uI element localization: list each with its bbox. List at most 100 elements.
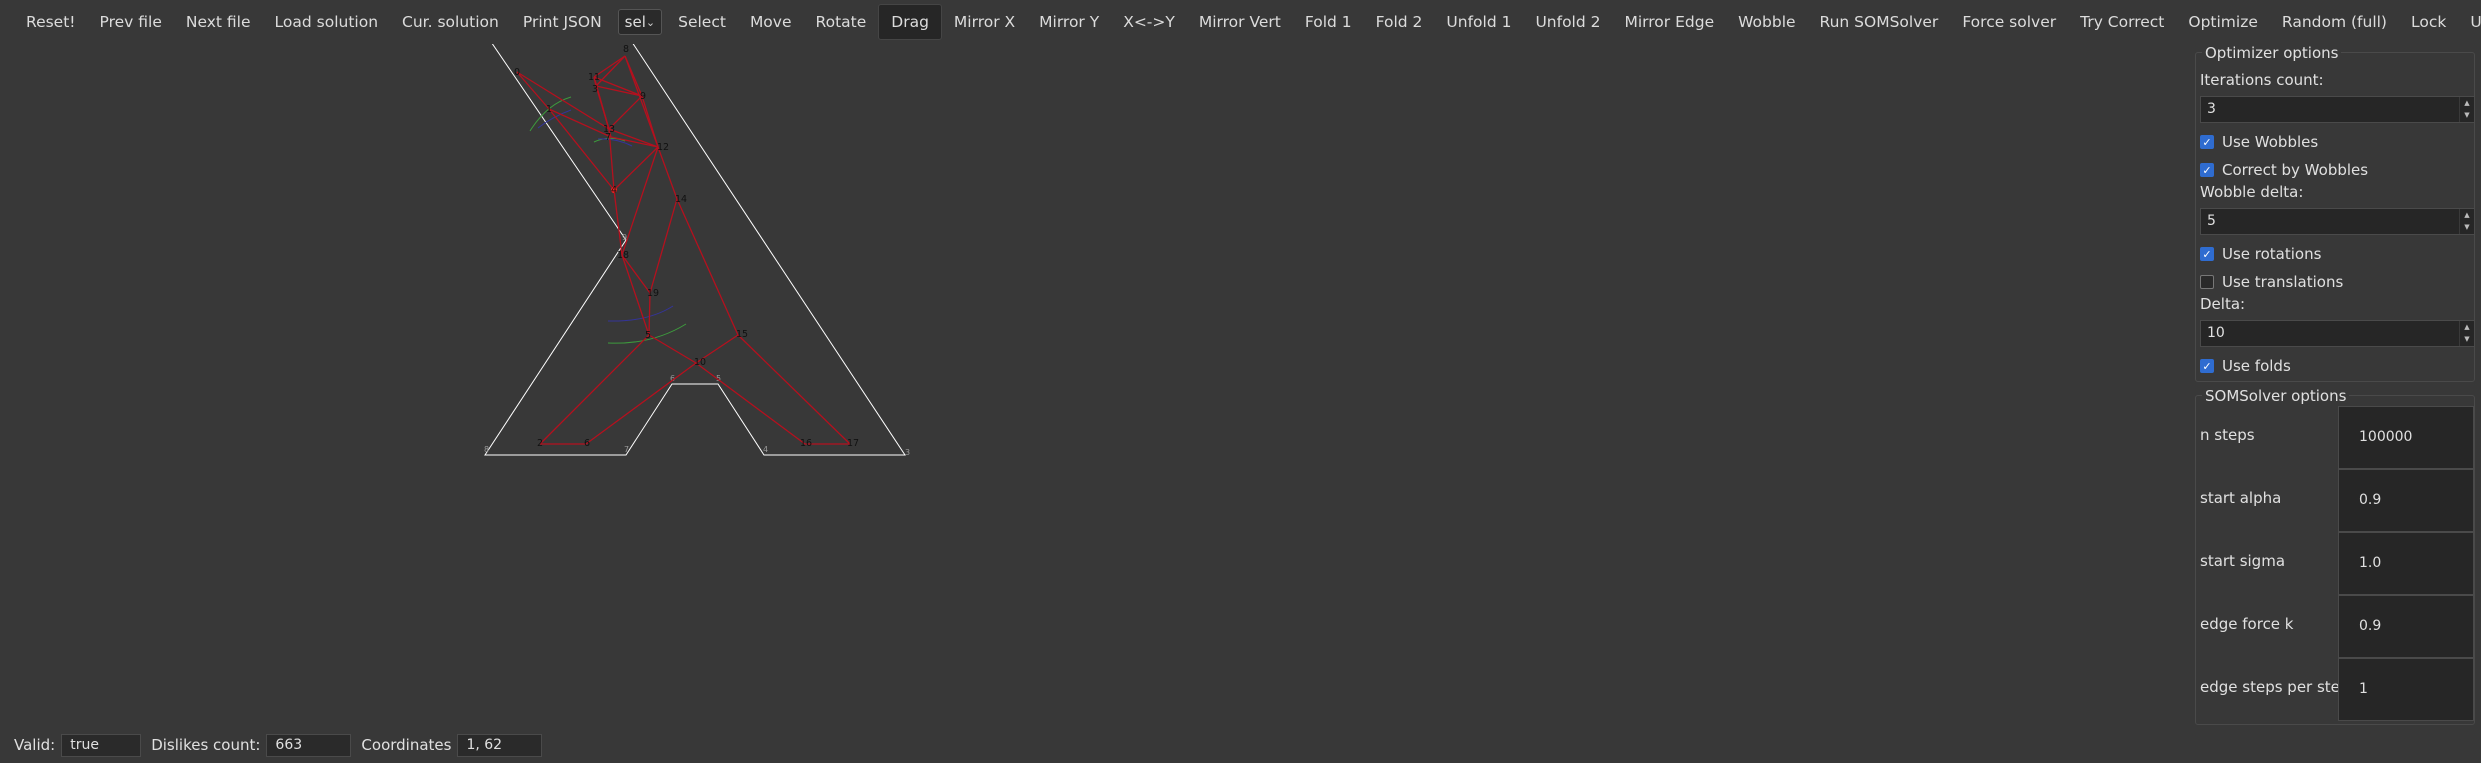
figure-vertex-label: 3 (592, 84, 598, 95)
iterations-count-label: Iterations count: (2200, 71, 2324, 89)
start-sigma-input[interactable]: 1.0 (2338, 532, 2474, 595)
checkbox-checked-icon: ✓ (2200, 359, 2214, 373)
start-alpha-row: start alpha 0.9 (2196, 469, 2474, 532)
hole-vertex-label: 3 (905, 448, 910, 457)
figure-edge[interactable] (595, 55, 626, 87)
checkbox-checked-icon: ✓ (2200, 135, 2214, 149)
reset-button[interactable]: Reset! (14, 4, 88, 40)
lock-button[interactable]: Lock (2399, 4, 2458, 40)
spin-arrows-icon[interactable]: ▲ ▼ (2459, 97, 2474, 122)
start-alpha-input[interactable]: 0.9 (2338, 469, 2474, 532)
prev-file-button[interactable]: Prev file (88, 4, 174, 40)
next-file-button[interactable]: Next file (174, 4, 263, 40)
wobble-delta-spinbox[interactable]: 5 ▲ ▼ (2200, 208, 2475, 235)
use-rotations-checkbox[interactable]: ✓ Use rotations (2200, 245, 2321, 263)
figure-edge[interactable] (621, 146, 659, 256)
edge-steps-input[interactable]: 1 (2338, 658, 2474, 721)
figure-vertex-label: 0 (514, 67, 520, 78)
figure-edge[interactable] (548, 108, 615, 191)
select-tool-button[interactable]: Select (666, 4, 738, 40)
mirror-edge-button[interactable]: Mirror Edge (1613, 4, 1727, 40)
iterations-count-value: 3 (2207, 101, 2216, 117)
hole-vertex-label: 8 (484, 445, 489, 454)
start-sigma-row: start sigma 1.0 (2196, 532, 2474, 595)
fold-1-button[interactable]: Fold 1 (1293, 4, 1364, 40)
delta-label: Delta: (2200, 295, 2246, 313)
figure-edge[interactable] (737, 334, 851, 445)
checkbox-checked-icon: ✓ (2200, 163, 2214, 177)
drag-tool-button[interactable]: Drag (878, 4, 942, 40)
figure-vertex-label: 16 (800, 438, 812, 449)
figure-edge[interactable] (657, 146, 678, 200)
coordinates-label: Coordinates (361, 736, 452, 754)
somsolver-options-group: SOMSolver options n steps 100000 start a… (2195, 387, 2475, 725)
use-wobbles-label: Use Wobbles (2222, 133, 2319, 151)
figure-edge[interactable] (648, 334, 697, 364)
n-steps-input[interactable]: 100000 (2338, 406, 2474, 469)
force-solver-button[interactable]: Force solver (1950, 4, 2068, 40)
use-rotations-label: Use rotations (2222, 245, 2322, 263)
mode-select-value: sel (624, 13, 646, 31)
mode-select[interactable]: sel ⌄ (617, 9, 663, 35)
figure-vertex-label: 15 (736, 329, 748, 340)
figure-edge[interactable] (621, 254, 650, 336)
edge-steps-row: edge steps per step 1 (2196, 658, 2474, 721)
figure-vertex-label: 11 (588, 72, 600, 83)
figure-vertex-label: 10 (694, 357, 706, 368)
run-som-solver-button[interactable]: Run SOMSolver (1808, 4, 1951, 40)
use-translations-checkbox[interactable]: Use translations (2200, 273, 2343, 291)
edge-force-k-row: edge force k 0.9 (2196, 595, 2474, 658)
delta-spinbox[interactable]: 10 ▲ ▼ (2200, 320, 2475, 347)
edge-force-k-input[interactable]: 0.9 (2338, 595, 2474, 658)
unfold-1-button[interactable]: Unfold 1 (1434, 4, 1523, 40)
figure-vertex-label: 2 (537, 438, 543, 449)
spin-arrows-icon[interactable]: ▲ ▼ (2459, 321, 2474, 346)
mirror-vert-button[interactable]: Mirror Vert (1187, 4, 1293, 40)
checkbox-checked-icon: ✓ (2200, 247, 2214, 261)
figure-edge[interactable] (648, 292, 651, 336)
random-full-button[interactable]: Random (full) (2270, 4, 2399, 40)
figure-edge[interactable] (695, 362, 806, 445)
figure-edge[interactable] (539, 334, 650, 445)
spin-arrows-icon[interactable]: ▲ ▼ (2459, 209, 2474, 234)
fold-2-button[interactable]: Fold 2 (1364, 4, 1435, 40)
correct-by-wobbles-label: Correct by Wobbles (2222, 161, 2369, 179)
somsolver-options-title: SOMSolver options (2202, 387, 2350, 405)
rotate-tool-button[interactable]: Rotate (804, 4, 879, 40)
unfold-2-button[interactable]: Unfold 2 (1523, 4, 1612, 40)
use-folds-label: Use folds (2222, 357, 2291, 375)
coordinates-field: 1, 62 (457, 733, 543, 757)
figure-vertex-label: 5 (645, 330, 651, 341)
use-wobbles-checkbox[interactable]: ✓ Use Wobbles (2200, 133, 2318, 151)
figure-edge[interactable] (548, 108, 612, 138)
wobble-button[interactable]: Wobble (1726, 4, 1807, 40)
move-tool-button[interactable]: Move (738, 4, 804, 40)
start-alpha-label: start alpha (2200, 489, 2282, 507)
cur-solution-button[interactable]: Cur. solution (390, 4, 511, 40)
n-steps-row: n steps 100000 (2196, 406, 2474, 469)
figure-vertex-label: 14 (675, 194, 687, 205)
figure-vertex-label: 1 (546, 104, 552, 115)
figure-canvas[interactable]: 123456789 012345678910111213141516171819 (0, 44, 2180, 728)
figure-edge[interactable] (676, 198, 739, 336)
try-correct-button[interactable]: Try Correct (2068, 4, 2176, 40)
figure-edge[interactable] (649, 198, 678, 294)
mirror-y-button[interactable]: Mirror Y (1027, 4, 1111, 40)
figure-vertex-label: 4 (611, 185, 617, 196)
toolbar: Reset! Prev file Next file Load solution… (0, 0, 2481, 44)
unlock-button[interactable]: Unlock (2458, 4, 2481, 40)
swap-xy-button[interactable]: X<->Y (1111, 4, 1187, 40)
load-solution-button[interactable]: Load solution (263, 4, 391, 40)
valid-field: true (61, 733, 142, 757)
chevron-down-icon: ⌄ (645, 15, 656, 29)
optimize-button[interactable]: Optimize (2176, 4, 2270, 40)
optimizer-options-title: Optimizer options (2202, 44, 2342, 62)
correct-by-wobbles-checkbox[interactable]: ✓ Correct by Wobbles (2200, 161, 2368, 179)
use-translations-label: Use translations (2222, 273, 2344, 291)
figure-edge[interactable] (613, 189, 623, 256)
print-json-button[interactable]: Print JSON (511, 4, 614, 40)
use-folds-checkbox[interactable]: ✓ Use folds (2200, 357, 2291, 375)
iterations-count-spinbox[interactable]: 3 ▲ ▼ (2200, 96, 2475, 123)
mirror-x-button[interactable]: Mirror X (942, 4, 1027, 40)
hole-vertex-label: 7 (624, 445, 629, 454)
